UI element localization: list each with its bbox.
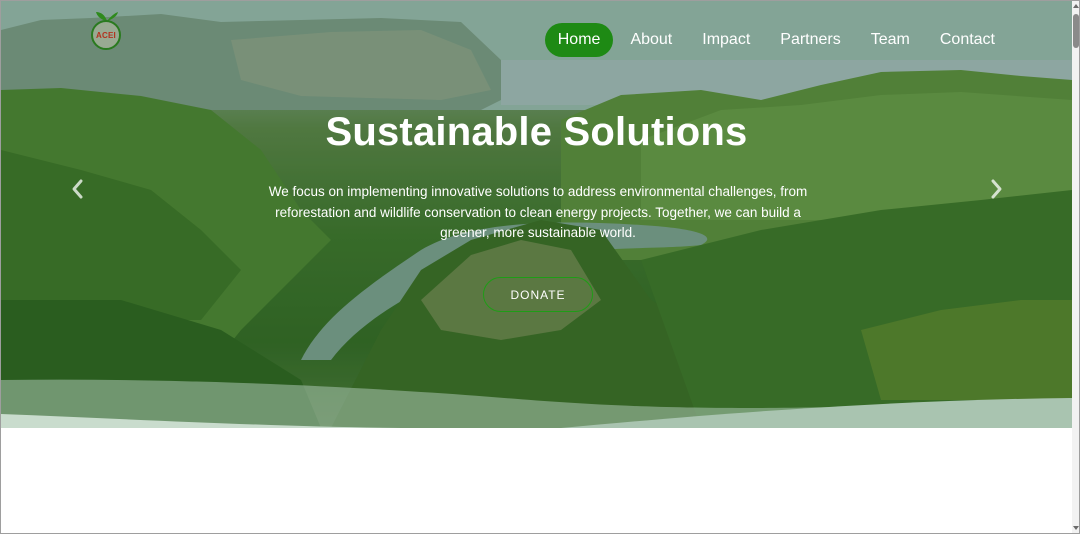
nav-partners[interactable]: Partners — [767, 23, 853, 57]
scroll-up-arrow-icon[interactable] — [1072, 2, 1080, 10]
hero-title: Sustainable Solutions — [325, 110, 748, 154]
scroll-down-arrow-icon[interactable] — [1072, 524, 1080, 532]
nav-contact[interactable]: Contact — [927, 23, 1008, 57]
logo-badge: ACEI — [91, 20, 121, 50]
nav-impact[interactable]: Impact — [689, 23, 763, 57]
site-logo[interactable]: ACEI — [91, 12, 123, 50]
carousel-prev-button[interactable] — [69, 176, 85, 207]
nav-team[interactable]: Team — [858, 23, 923, 57]
logo-text: ACEI — [96, 30, 116, 40]
scrollbar-thumb[interactable] — [1073, 14, 1079, 48]
hero-description: We focus on implementing innovative solu… — [268, 184, 808, 240]
chevron-left-icon — [72, 179, 83, 199]
hero-carousel: ACEI Home About Impact Partners Team Con… — [1, 0, 1072, 428]
nav-about[interactable]: About — [617, 23, 685, 57]
carousel-next-button[interactable] — [989, 176, 1005, 207]
main-nav: Home About Impact Partners Team Contact — [541, 23, 1008, 57]
chevron-right-icon — [991, 179, 1002, 199]
donate-button[interactable]: DONATE — [483, 277, 593, 312]
vertical-scrollbar[interactable] — [1072, 0, 1080, 534]
nav-home[interactable]: Home — [544, 23, 614, 57]
